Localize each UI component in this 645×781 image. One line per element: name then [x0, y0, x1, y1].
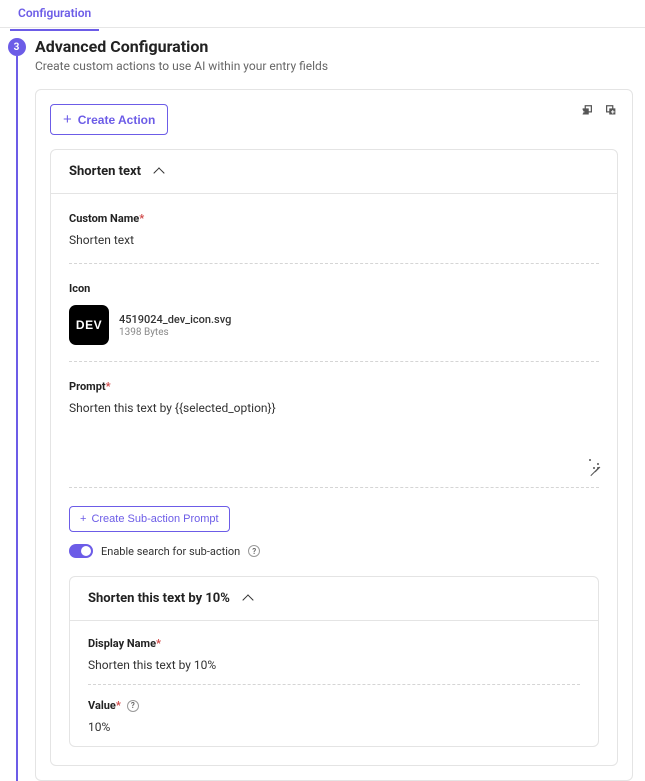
plus-icon: +	[63, 112, 72, 127]
display-name-field: Display Name* Shorten this text by 10%	[88, 637, 580, 685]
action-title: Shorten text	[69, 164, 141, 179]
custom-name-field: Custom Name* Shorten text	[69, 212, 599, 264]
help-icon[interactable]: ?	[127, 700, 139, 712]
prompt-label: Prompt*	[69, 380, 599, 393]
resize-handle-icon[interactable]	[589, 459, 599, 469]
page-subtitle: Create custom actions to use AI within y…	[35, 59, 633, 73]
step-number-badge: 3	[8, 38, 26, 56]
value-field: Value* ? 10%	[88, 699, 580, 746]
chevron-up-icon	[153, 167, 164, 178]
icon-file-name: 4519024_dev_icon.svg	[119, 313, 231, 326]
enable-search-toggle[interactable]	[69, 544, 93, 558]
create-subaction-button[interactable]: + Create Sub-action Prompt	[69, 506, 230, 532]
create-action-button[interactable]: + Create Action	[50, 104, 168, 135]
dev-icon[interactable]: DEV	[69, 305, 109, 345]
prompt-value[interactable]: Shorten this text by {{selected_option}}	[69, 401, 599, 415]
tab-bar: Configuration	[0, 0, 645, 28]
value-label: Value*	[88, 699, 121, 712]
toggle-knob	[81, 546, 91, 556]
page-title: Advanced Configuration	[35, 37, 633, 56]
icon-label: Icon	[69, 282, 599, 295]
prompt-field: Prompt* Shorten this text by {{selected_…	[69, 380, 599, 488]
display-name-label: Display Name*	[88, 637, 580, 650]
actions-card: + Create Action Shorten text	[35, 89, 633, 781]
custom-name-label: Custom Name*	[69, 212, 599, 225]
icon-field: Icon DEV 4519024_dev_icon.svg 1398 Bytes	[69, 282, 599, 362]
chevron-up-icon	[242, 594, 253, 605]
plus-icon: +	[80, 513, 86, 525]
create-subaction-label: Create Sub-action Prompt	[91, 513, 218, 525]
subaction-item: Shorten this text by 10% Display Name* S…	[69, 576, 599, 747]
tab-configuration[interactable]: Configuration	[10, 0, 99, 31]
subaction-title: Shorten this text by 10%	[88, 591, 230, 606]
icon-file-size: 1398 Bytes	[119, 327, 231, 338]
action-header[interactable]: Shorten text	[51, 150, 617, 194]
create-action-label: Create Action	[78, 113, 156, 127]
collapse-all-icon[interactable]	[580, 104, 594, 122]
step-rail: 3	[0, 34, 33, 781]
expand-all-icon[interactable]	[604, 104, 618, 122]
value-value[interactable]: 10%	[88, 720, 580, 734]
step-rail-line	[16, 56, 18, 781]
enable-search-label: Enable search for sub-action	[101, 545, 240, 558]
subaction-header[interactable]: Shorten this text by 10%	[70, 577, 598, 621]
custom-name-value[interactable]: Shorten text	[69, 233, 599, 247]
action-item: Shorten text Custom Name* Shorten text I…	[50, 149, 618, 766]
help-icon[interactable]: ?	[248, 545, 260, 557]
display-name-value[interactable]: Shorten this text by 10%	[88, 658, 580, 672]
